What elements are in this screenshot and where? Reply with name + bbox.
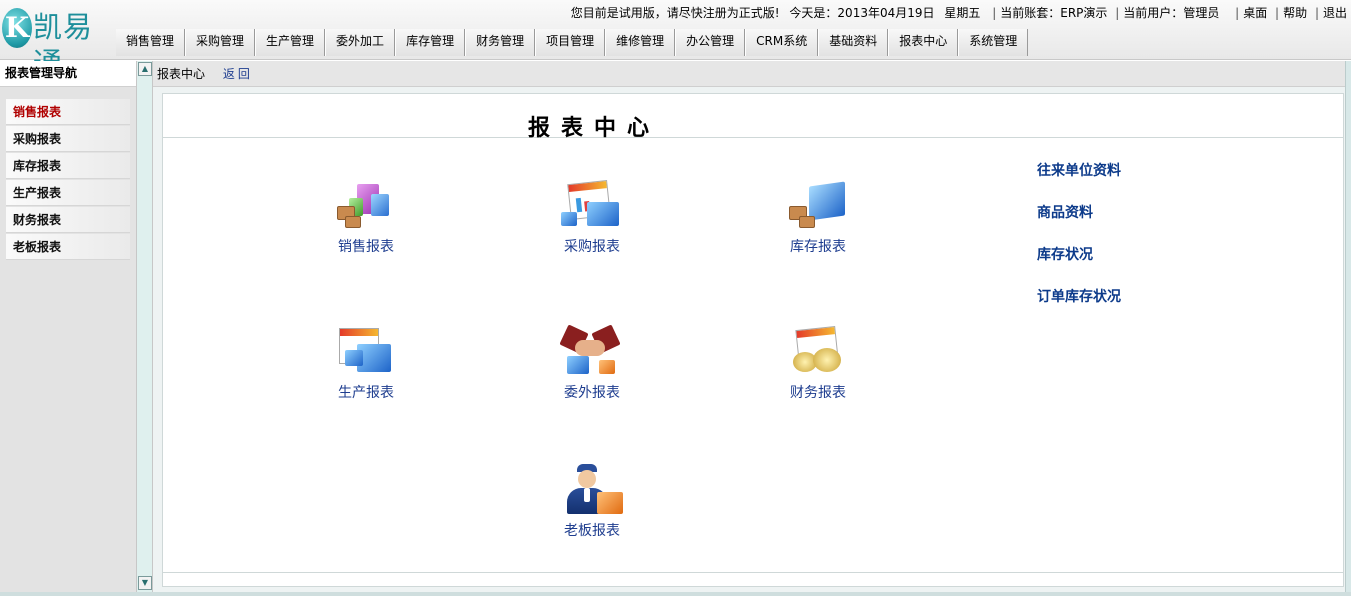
separator: |	[992, 6, 997, 20]
link-product-info[interactable]: 商品资料	[1037, 202, 1121, 244]
breadcrumb-current: 报表中心	[157, 67, 206, 81]
menu-finance[interactable]: 财务管理	[465, 29, 536, 56]
production-report-icon	[331, 326, 401, 378]
nav-item-inventory-report[interactable]: 库存报表	[6, 153, 130, 179]
finance-report-icon	[783, 326, 853, 378]
inventory-report-icon	[783, 180, 853, 232]
nav-item-finance-report[interactable]: 财务报表	[6, 207, 130, 233]
menu-purchase[interactable]: 采购管理	[185, 29, 256, 56]
tile-label: 销售报表	[338, 239, 394, 255]
quick-links: 往来单位资料 商品资料 库存状况 订单库存状况	[1037, 160, 1121, 328]
sales-report-icon	[331, 180, 401, 232]
today-label: 今天是：	[789, 6, 838, 20]
tile-boss-report[interactable]: 老板报表	[537, 464, 647, 554]
page-title: 报表中心	[528, 115, 661, 141]
tile-label: 生产报表	[338, 385, 394, 401]
tile-finance-report[interactable]: 财务报表	[763, 326, 873, 416]
top-info-bar: 您目前是试用版，请尽快注册为正式版! 今天是：2013年04月19日 星期五 |…	[571, 4, 1347, 22]
current-weekday: 星期五	[944, 6, 981, 20]
app-logo: K 凯易通	[2, 6, 112, 80]
menu-project[interactable]: 项目管理	[535, 29, 606, 56]
desktop-link[interactable]: 桌面	[1243, 6, 1267, 20]
user-label: 当前用户：	[1123, 6, 1184, 20]
link-partner-info[interactable]: 往来单位资料	[1037, 160, 1121, 202]
nav-item-boss-report[interactable]: 老板报表	[6, 234, 130, 260]
tile-label: 委外报表	[564, 385, 620, 401]
tile-label: 财务报表	[790, 385, 846, 401]
menu-repair[interactable]: 维修管理	[605, 29, 676, 56]
boss-person-icon	[557, 464, 627, 516]
scroll-up-arrow-icon[interactable]: ▲	[138, 62, 152, 76]
breadcrumb: 报表中心 返回	[153, 61, 1351, 87]
menu-crm[interactable]: CRM系统	[745, 29, 819, 56]
menu-report-center[interactable]: 报表中心	[888, 29, 959, 56]
current-account: ERP演示	[1060, 6, 1108, 20]
main-menu: 销售管理 采购管理 生产管理 委外加工 库存管理 财务管理 项目管理 维修管理 …	[116, 29, 1029, 56]
current-date: 2013年04月19日	[837, 6, 935, 20]
nav-item-purchase-report[interactable]: 采购报表	[6, 126, 130, 152]
tile-label: 采购报表	[564, 239, 620, 255]
tile-label: 老板报表	[564, 523, 620, 539]
separator: |	[1314, 6, 1319, 20]
left-nav: 报表管理导航 销售报表 采购报表 库存报表 生产报表 财务报表 老板报表	[0, 61, 136, 596]
tile-sales-report[interactable]: 销售报表	[311, 180, 421, 270]
logo-k-badge: K	[2, 8, 32, 48]
back-link[interactable]: 返回	[223, 67, 253, 81]
trial-notice: 您目前是试用版，请尽快注册为正式版!	[570, 6, 780, 20]
menu-system[interactable]: 系统管理	[958, 29, 1029, 56]
main-content: 报表中心 销售报表 采购报表 库存报表 生产报表 委外报表 财务报表 老板报表 …	[153, 87, 1351, 592]
nav-item-production-report[interactable]: 生产报表	[6, 180, 130, 206]
bottom-scrollbar[interactable]	[0, 592, 1351, 596]
menu-inventory[interactable]: 库存管理	[395, 29, 466, 56]
nav-splitter-scrollbar[interactable]: ▲ ▼	[136, 61, 153, 592]
menu-outsource[interactable]: 委外加工	[325, 29, 396, 56]
current-user: 管理员	[1183, 6, 1220, 20]
menu-office[interactable]: 办公管理	[675, 29, 746, 56]
menu-sales[interactable]: 销售管理	[116, 29, 186, 56]
scroll-down-arrow-icon[interactable]: ▼	[138, 576, 152, 590]
link-stock-status[interactable]: 库存状况	[1037, 244, 1121, 286]
tile-purchase-report[interactable]: 采购报表	[537, 180, 647, 270]
tile-inventory-report[interactable]: 库存报表	[763, 180, 873, 270]
divider	[163, 572, 1343, 573]
tile-production-report[interactable]: 生产报表	[311, 326, 421, 416]
purchase-report-icon	[557, 180, 627, 232]
left-nav-list: 销售报表 采购报表 库存报表 生产报表 财务报表 老板报表	[0, 99, 136, 260]
tile-outsource-report[interactable]: 委外报表	[537, 324, 647, 416]
right-scrollbar[interactable]	[1345, 61, 1351, 596]
handshake-icon	[557, 324, 627, 378]
tile-label: 库存报表	[790, 239, 846, 255]
account-label: 当前账套：	[1000, 6, 1061, 20]
logout-link[interactable]: 退出	[1323, 6, 1347, 20]
menu-production[interactable]: 生产管理	[255, 29, 326, 56]
separator: |	[1235, 6, 1240, 20]
link-order-stock-status[interactable]: 订单库存状况	[1037, 286, 1121, 328]
separator: |	[1275, 6, 1280, 20]
app-header: K 凯易通 您目前是试用版，请尽快注册为正式版! 今天是：2013年04月19日…	[0, 0, 1351, 80]
menu-basic-data[interactable]: 基础资料	[818, 29, 889, 56]
left-nav-title: 报表管理导航	[0, 61, 136, 87]
help-link[interactable]: 帮助	[1283, 6, 1307, 20]
panel-title-bar: 报表中心	[163, 94, 1343, 141]
report-center-panel: 报表中心 销售报表 采购报表 库存报表 生产报表 委外报表 财务报表 老板报表 …	[162, 93, 1344, 587]
nav-item-sales-report[interactable]: 销售报表	[6, 99, 130, 125]
separator: |	[1115, 6, 1120, 20]
